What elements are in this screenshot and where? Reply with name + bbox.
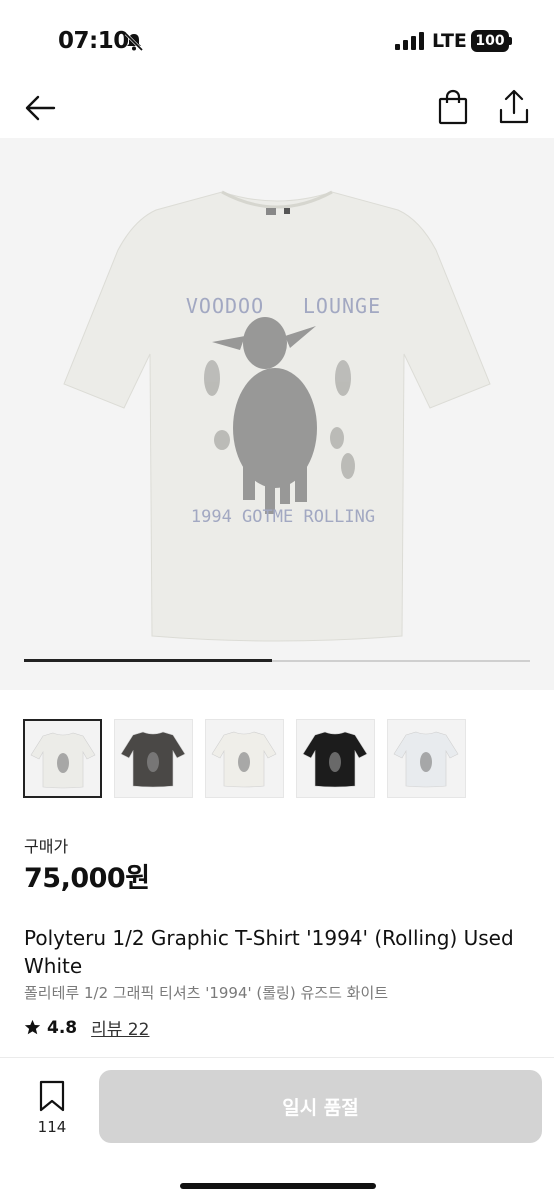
- product-tshirt-image: VOODOO LOUNGE 1994 GOTME ROLLING: [63, 190, 491, 642]
- status-time: 07:10: [58, 28, 129, 54]
- rating-score: 4.8: [47, 1017, 78, 1038]
- tshirt-thumbnail-icon: [393, 731, 459, 788]
- thumbnail-4[interactable]: [296, 719, 375, 798]
- review-link[interactable]: 리뷰 22: [91, 1015, 149, 1040]
- share-icon[interactable]: [494, 88, 534, 126]
- home-indicator: [180, 1183, 376, 1189]
- battery-tip: [509, 37, 512, 45]
- product-title-en: Polyteru 1/2 Graphic T-Shirt '1994' (Rol…: [24, 926, 514, 978]
- wishlist-count: 114: [37, 1118, 67, 1136]
- sold-out-button[interactable]: 일시 품절: [99, 1070, 542, 1143]
- star-icon: [24, 1019, 41, 1035]
- tshirt-thumbnail-icon: [302, 731, 368, 788]
- thumbnail-1[interactable]: [23, 719, 102, 798]
- shirt-print-voodoo: VOODOO: [186, 294, 264, 318]
- product-rating: 4.8 리뷰 22: [24, 1015, 149, 1040]
- gallery-progress-indicator: [24, 659, 272, 662]
- thumbnail-strip: [23, 719, 466, 798]
- price-value: 75,000원: [24, 863, 150, 894]
- shirt-print-lounge: LOUNGE: [303, 294, 381, 318]
- wishlist-button[interactable]: 114: [30, 1080, 74, 1136]
- shirt-print-1994: 1994 GOTME ROLLING: [191, 507, 375, 527]
- tshirt-thumbnail-icon: [30, 732, 96, 789]
- product-title-ko: 폴리테루 1/2 그래픽 티셔츠 '1994' (롤링) 유즈드 화이트: [24, 984, 389, 1002]
- bell-muted-icon: [124, 32, 144, 52]
- divider: [0, 1057, 554, 1058]
- tshirt-thumbnail-icon: [120, 731, 186, 788]
- tshirt-thumbnail-icon: [211, 731, 277, 788]
- price-label: 구매가: [24, 837, 69, 856]
- thumbnail-5[interactable]: [387, 719, 466, 798]
- battery-icon: 100: [471, 30, 509, 52]
- status-bar: 07:10 LTE 100: [0, 0, 554, 80]
- network-type: LTE: [432, 30, 467, 52]
- product-image-gallery[interactable]: VOODOO LOUNGE 1994 GOTME ROLLING: [0, 138, 554, 690]
- thumbnail-2[interactable]: [114, 719, 193, 798]
- cellular-signal-icon: [395, 32, 424, 50]
- bookmark-icon: [39, 1080, 65, 1112]
- thumbnail-3[interactable]: [205, 719, 284, 798]
- shopping-bag-icon[interactable]: [434, 88, 472, 126]
- arrow-left-icon[interactable]: [22, 88, 62, 128]
